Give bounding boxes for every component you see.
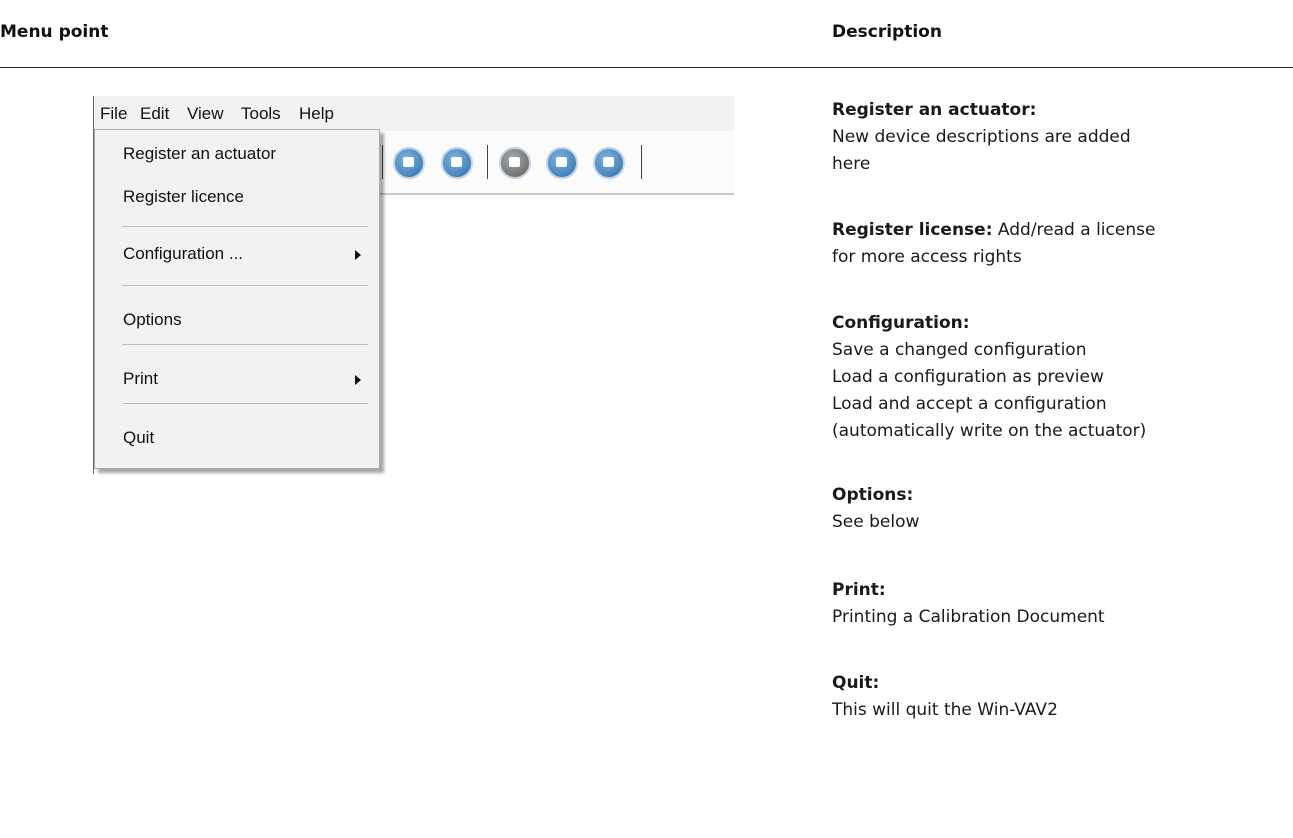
- menu-edit[interactable]: Edit: [140, 104, 169, 124]
- refresh-icon[interactable]: [593, 147, 625, 179]
- document-icon[interactable]: [441, 147, 473, 179]
- toolbar-separator: [487, 145, 488, 179]
- description-configuration: Configuration: Save a changed configurat…: [832, 310, 1282, 445]
- description-line: Load a configuration as preview: [832, 367, 1104, 387]
- description-options: Options: See below: [832, 482, 1282, 536]
- description-title: Configuration:: [832, 313, 970, 333]
- column-header-description: Description: [832, 22, 942, 42]
- column-header-menu-point: Menu point: [0, 22, 109, 42]
- description-line: This will quit the Win-VAV2: [832, 700, 1058, 720]
- toolbar-separator: [382, 145, 383, 179]
- menu-tools[interactable]: Tools: [241, 104, 281, 124]
- menu-separator: [122, 226, 368, 227]
- menu-item-register-licence[interactable]: Register licence: [123, 187, 244, 207]
- submenu-arrow-icon: [355, 250, 361, 260]
- menu-item-print[interactable]: Print: [123, 369, 158, 389]
- description-title: Register license:: [832, 220, 993, 240]
- toolbar: [379, 131, 734, 195]
- description-register-actuator: Register an actuator: New device descrip…: [832, 97, 1282, 178]
- description-line: Printing a Calibration Document: [832, 607, 1105, 627]
- description-title: Register an actuator:: [832, 100, 1037, 120]
- description-title: Options:: [832, 485, 914, 505]
- menu-help[interactable]: Help: [299, 104, 334, 124]
- menu-item-register-actuator[interactable]: Register an actuator: [123, 144, 276, 164]
- app-screenshot: File Edit View Tools Help Register an ac…: [93, 96, 734, 476]
- toolbar-separator: [641, 145, 642, 179]
- description-line: New device descriptions are added: [832, 127, 1131, 147]
- edit-icon[interactable]: [499, 147, 531, 179]
- menu-separator: [122, 403, 368, 404]
- description-inline: Add/read a license: [992, 220, 1156, 240]
- description-line: Save a changed configuration: [832, 340, 1087, 360]
- description-title: Quit:: [832, 673, 880, 693]
- description-line: here: [832, 154, 871, 174]
- description-title: Print:: [832, 580, 886, 600]
- description-line: (automatically write on the actuator): [832, 421, 1147, 441]
- file-menu-dropdown: Register an actuator Register licence Co…: [94, 129, 380, 469]
- description-line: for more access rights: [832, 247, 1022, 267]
- menu-item-quit[interactable]: Quit: [123, 428, 154, 448]
- menu-bar: File Edit View Tools Help: [94, 96, 734, 131]
- menu-separator: [122, 285, 368, 286]
- header-rule: [0, 67, 1293, 68]
- menu-view[interactable]: View: [187, 104, 224, 124]
- menu-file[interactable]: File: [100, 104, 127, 124]
- menu-item-configuration[interactable]: Configuration ...: [123, 244, 243, 264]
- menu-item-options[interactable]: Options: [123, 310, 182, 330]
- description-register-license: Register license: Add/read a license for…: [832, 217, 1282, 271]
- description-quit: Quit: This will quit the Win-VAV2: [832, 670, 1282, 724]
- folder-icon[interactable]: [546, 147, 578, 179]
- description-print: Print: Printing a Calibration Document: [832, 577, 1282, 631]
- submenu-arrow-icon: [355, 375, 361, 385]
- print-icon[interactable]: [393, 147, 425, 179]
- description-line: See below: [832, 512, 920, 532]
- menu-separator: [122, 344, 368, 345]
- description-line: Load and accept a configuration: [832, 394, 1107, 414]
